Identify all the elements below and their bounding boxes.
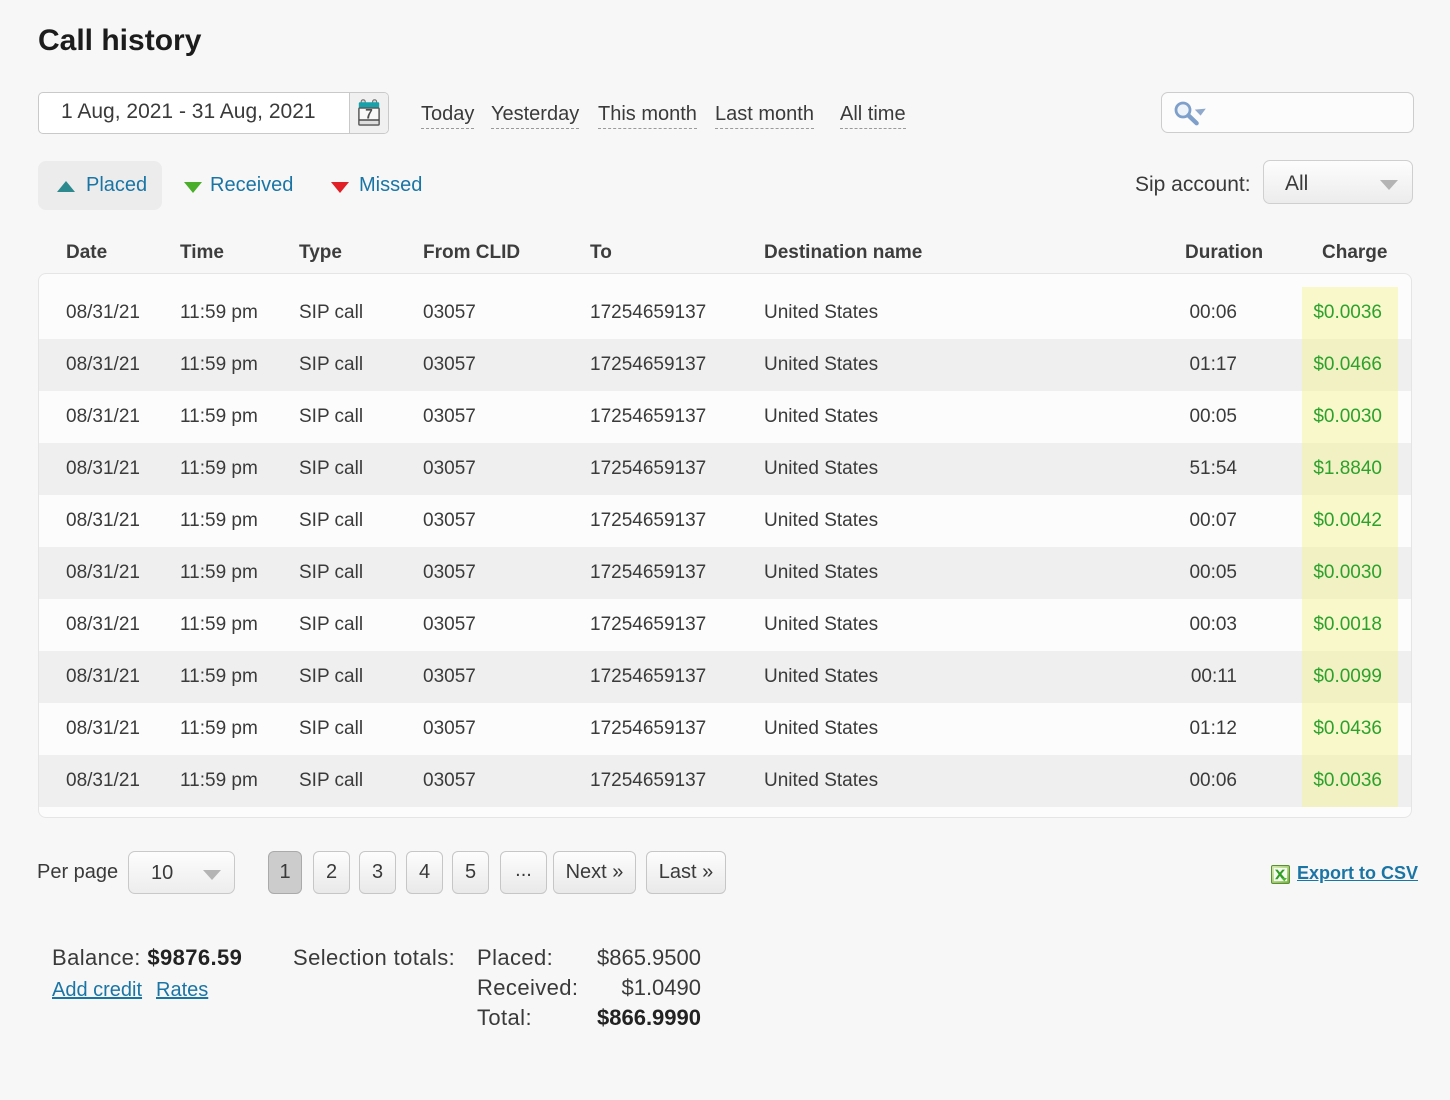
svg-text:7: 7 xyxy=(365,106,373,121)
